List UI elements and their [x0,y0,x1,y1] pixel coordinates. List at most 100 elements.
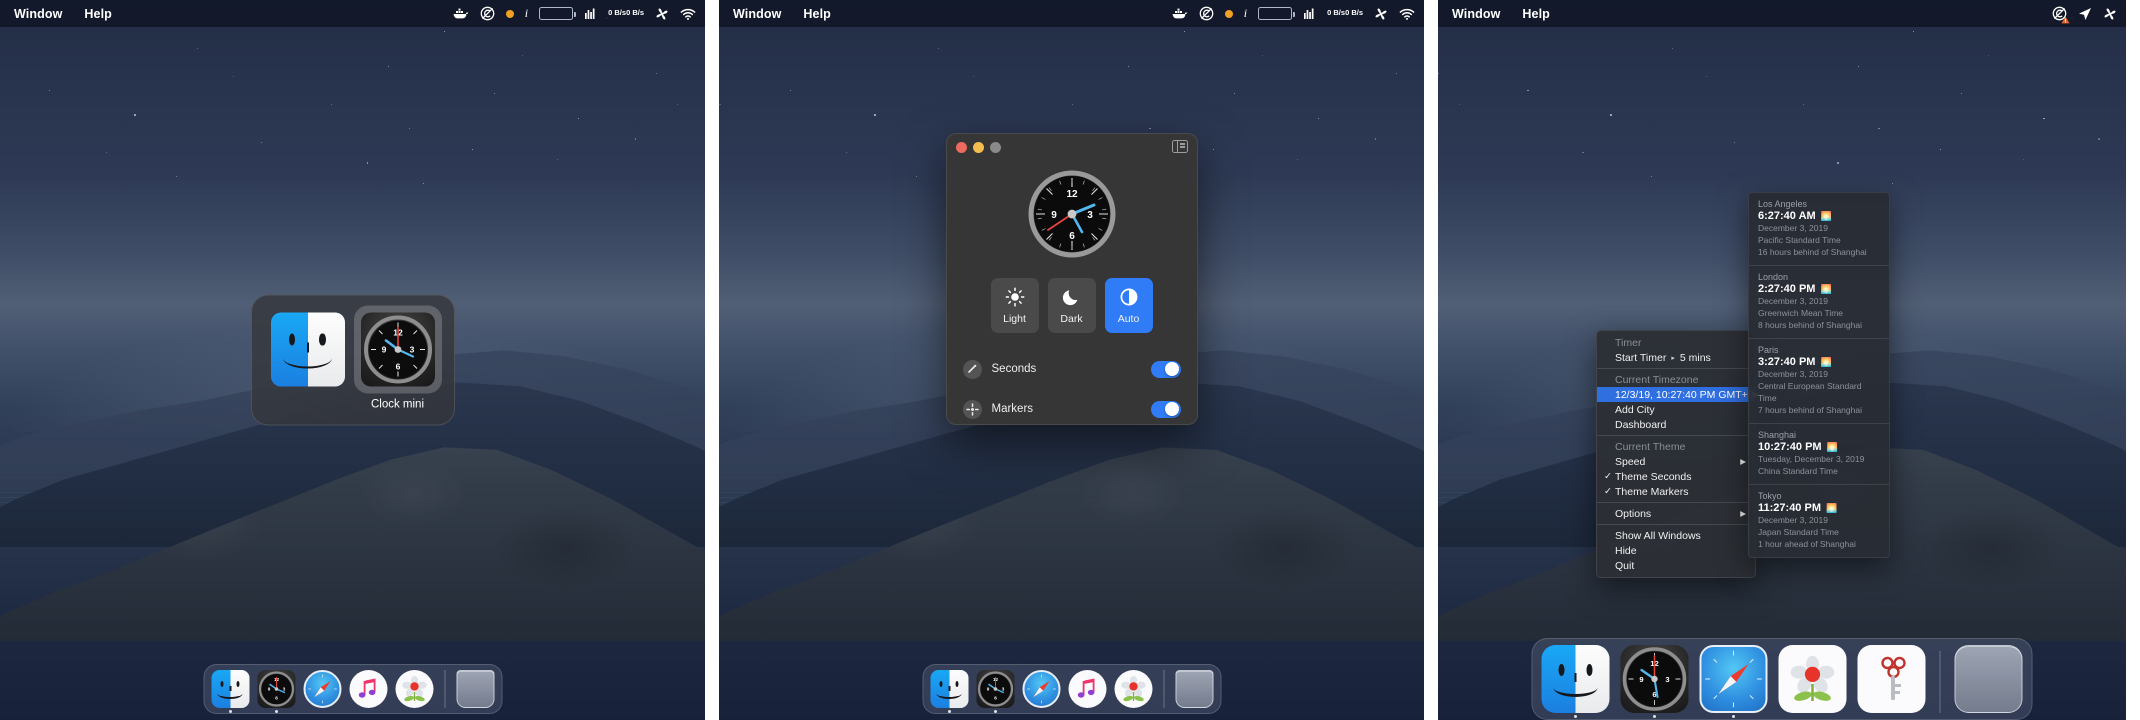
menu-window[interactable]: Window [14,7,62,21]
dock-item-safari[interactable] [303,670,341,708]
clock-mini-settings-window[interactable]: 12 3 6 9 Light Dark Auto Seconds Markers [945,133,1198,425]
menu-item-current-timezone-label: 12/3/19, 10:27:40 PM GMT+8 [1615,388,1754,401]
dock-item-trash[interactable] [456,670,494,708]
dock-item-keychain-access[interactable] [1857,645,1926,713]
dock-item-photos[interactable] [395,670,433,708]
dock-item-photos[interactable] [1114,670,1152,708]
menu-item-theme-seconds[interactable]: ✓ Theme Seconds [1597,469,1755,484]
toggle-seconds[interactable] [1150,360,1181,378]
dock-item-clock-mini[interactable]: 12369 [1620,645,1689,718]
fan-icon[interactable] [1374,5,1388,23]
menu-window[interactable]: Window [733,7,781,21]
location-arrow-icon[interactable] [2078,5,2092,23]
menu-help[interactable]: Help [1522,7,1550,21]
adobe-cc-icon[interactable] [480,5,495,23]
timezone-zone-name: Greenwich Mean Time [1758,308,1844,318]
dock[interactable]: 12369 [1531,638,2033,720]
window-title-bar[interactable] [947,134,1197,160]
menu-item-current-timezone[interactable]: 12/3/19, 10:27:40 PM GMT+8 ▶ [1597,387,1759,402]
svg-text:6: 6 [994,696,997,701]
network-speed-up: 0 B/s [1327,8,1346,18]
adobe-cc-icon[interactable] [1199,5,1214,23]
clock-mini-icon: 12369 [1620,645,1689,713]
app-switcher[interactable]: 123 69 Clock mini [250,294,455,426]
battery-icon[interactable] [1258,5,1295,23]
menu-item-add-city[interactable]: Add City [1597,402,1755,417]
equalizer-icon[interactable] [584,5,597,23]
dock-item-finder[interactable] [930,670,968,713]
orange-dot-icon[interactable] [505,5,514,23]
timezone-offset-note: 8 hours behind of Shanghai [1758,320,1862,330]
wifi-icon[interactable] [1399,5,1415,23]
safari-icon [303,670,341,708]
wifi-icon[interactable] [680,5,696,23]
toggle-markers[interactable] [1150,400,1181,418]
clock-mini-context-menu[interactable]: Timer Start Timer ▸ 5 mins Current Timez… [1596,330,1759,578]
dock-item-trash[interactable] [1954,645,2023,713]
timezone-entry-tokyo[interactable]: Tokyo 11:27:40 PM 🌅 December 3, 2019 Jap… [1749,484,1889,557]
dock-item-music[interactable] [1068,670,1106,708]
timezone-entry-london[interactable]: London 2:27:40 PM 🌅 December 3, 2019 Gre… [1749,265,1889,338]
appearance-option-light[interactable]: Light [990,278,1039,333]
menu-bar[interactable]: Window Help i 0 B/s 0 B/s [0,0,705,27]
app-switcher-item-clock-mini[interactable]: 123 69 Clock mini [353,305,442,411]
zoom-button[interactable] [989,142,1001,153]
dock-item-clock-mini[interactable]: 12369 [257,670,295,713]
close-button[interactable] [955,142,967,153]
sidebar-toggle-icon[interactable] [1171,140,1188,153]
menu-item-theme-markers[interactable]: ✓ Theme Markers [1597,484,1755,499]
dock-item-trash[interactable] [1175,670,1213,708]
menu-item-options[interactable]: Options ▶ [1597,506,1755,521]
docker-whale-icon[interactable] [453,5,469,23]
appearance-options[interactable]: Light Dark Auto [947,278,1197,333]
timezone-zone-name: China Standard Time [1758,466,1838,476]
svg-text:9: 9 [381,345,386,355]
window-controls[interactable] [955,142,1001,153]
menu-item-start-timer[interactable]: Start Timer ▸ 5 mins [1597,350,1755,365]
dock-item-safari[interactable] [1699,645,1768,718]
menu-item-dashboard[interactable]: Dashboard [1597,417,1755,432]
equalizer-icon[interactable] [1303,5,1316,23]
music-icon [349,670,387,708]
setting-row-seconds[interactable]: Seconds [962,353,1181,385]
dock-item-music[interactable] [349,670,387,708]
network-speed-indicator[interactable]: 0 B/s 0 B/s [1327,5,1363,23]
battery-icon[interactable] [539,5,576,23]
menu-item-quit[interactable]: Quit [1597,558,1755,573]
info-icon[interactable]: i [525,5,528,23]
dock-item-finder[interactable] [1541,645,1610,718]
setting-row-markers[interactable]: Markers [962,393,1181,424]
dock-item-finder[interactable] [211,670,249,713]
menu-help[interactable]: Help [84,7,112,21]
menu-item-speed[interactable]: Speed ▶ [1597,454,1755,469]
dock-divider [444,670,445,708]
timezone-submenu-panel[interactable]: Los Angeles 6:27:40 AM 🌅 December 3, 201… [1748,192,1890,558]
fan-icon[interactable] [2103,5,2117,23]
menu-help[interactable]: Help [803,7,831,21]
menu-bar[interactable]: Window Help [1438,0,2126,27]
menu-item-show-all-windows[interactable]: Show All Windows [1597,528,1755,543]
appearance-option-auto[interactable]: Auto [1104,278,1153,333]
menu-window[interactable]: Window [1452,7,1500,21]
menu-bar[interactable]: Window Help i 0 B/s 0 B/s [719,0,1424,27]
dock[interactable]: 12369 [203,664,502,714]
dock-item-safari[interactable] [1022,670,1060,708]
adobe-cc-warning-icon[interactable] [2052,5,2070,23]
network-speed-indicator[interactable]: 0 B/s 0 B/s [608,5,644,23]
appearance-option-dark[interactable]: Dark [1047,278,1096,333]
docker-whale-icon[interactable] [1172,5,1188,23]
timezone-entry-shanghai[interactable]: Shanghai 10:27:40 PM 🌅 Tuesday, December… [1749,423,1889,484]
minimize-button[interactable] [972,142,984,153]
info-icon[interactable]: i [1244,5,1247,23]
menu-bar-tray: i 0 B/s 0 B/s [453,5,696,23]
timezone-entry-los-angeles[interactable]: Los Angeles 6:27:40 AM 🌅 December 3, 201… [1749,193,1889,265]
fan-icon[interactable] [655,5,669,23]
app-switcher-item-finder[interactable] [270,312,345,387]
dock[interactable]: 12369 [922,664,1221,714]
timezone-entry-paris[interactable]: Paris 3:27:40 PM 🌅 December 3, 2019 Cent… [1749,338,1889,423]
dock-item-clock-mini[interactable]: 12369 [976,670,1014,713]
dock-item-photos[interactable] [1778,645,1847,713]
menu-item-hide[interactable]: Hide [1597,543,1755,558]
orange-dot-icon[interactable] [1224,5,1233,23]
finder-icon [930,670,968,708]
